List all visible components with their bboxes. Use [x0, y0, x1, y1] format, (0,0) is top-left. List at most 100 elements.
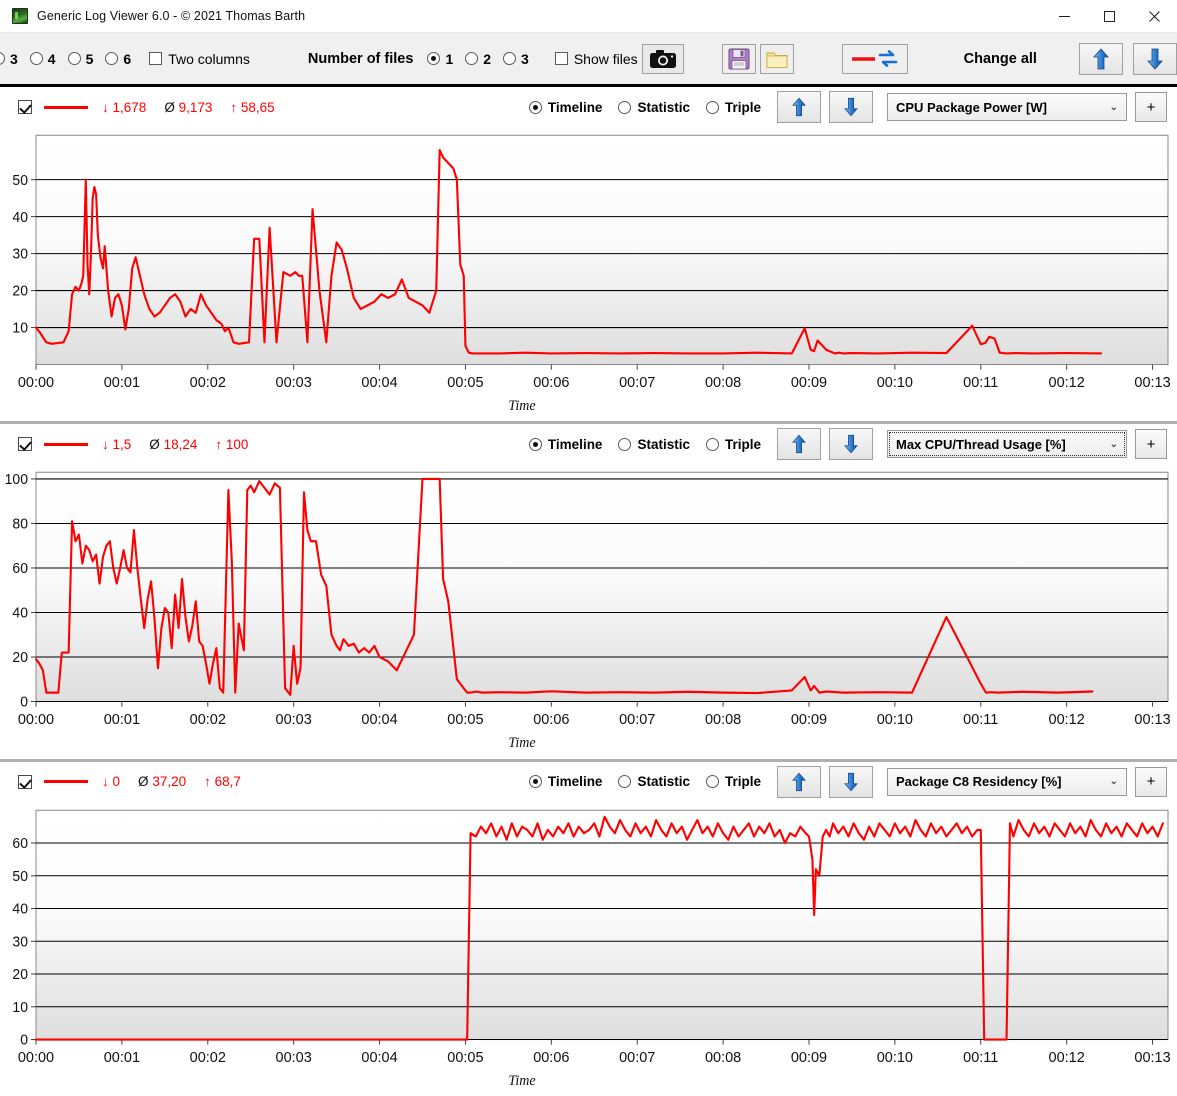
- change-all-label: Change all: [963, 50, 1037, 67]
- svg-text:80: 80: [12, 517, 28, 533]
- chart-1-enable-checkbox[interactable]: [18, 100, 32, 114]
- columns-radio-4[interactable]: 4: [29, 51, 66, 67]
- svg-text:0: 0: [20, 1032, 28, 1048]
- chart-3-header: ↓ 0 Ø 37,20 ↑ 68,7 Timeline Statistic Tr…: [0, 762, 1177, 802]
- svg-text:50: 50: [12, 868, 28, 884]
- columns-radio-6[interactable]: 6: [105, 51, 141, 67]
- chart-1-add-button[interactable]: +: [1135, 92, 1167, 122]
- svg-text:00:07: 00:07: [619, 375, 655, 391]
- chart-3-metric-select[interactable]: Package C8 Residency [%] ⌄: [887, 767, 1127, 796]
- arrow-up-icon: [792, 97, 806, 117]
- chart-2-enable-checkbox[interactable]: [18, 437, 32, 452]
- chart-2-move-down-button[interactable]: [829, 428, 873, 461]
- svg-text:00:11: 00:11: [963, 1050, 998, 1066]
- svg-text:Time: Time: [508, 735, 535, 751]
- svg-text:00:03: 00:03: [276, 712, 312, 728]
- chart-1-mode-timeline[interactable]: Timeline: [528, 100, 602, 115]
- open-folder-button[interactable]: [759, 43, 794, 74]
- app-icon: [12, 8, 28, 24]
- files-radio-3[interactable]: 3: [503, 51, 539, 67]
- chart-2-mode-timeline[interactable]: Timeline: [528, 437, 602, 452]
- chart-3-enable-checkbox[interactable]: [18, 774, 32, 789]
- chart-3-move-down-button[interactable]: [829, 765, 873, 798]
- svg-text:00:00: 00:00: [18, 712, 54, 728]
- chart-1-max-stat: ↑ 58,65: [230, 99, 275, 115]
- svg-text:00:11: 00:11: [963, 375, 998, 391]
- line-swap-icon: [851, 49, 897, 67]
- chart-1-legend-line: [44, 105, 88, 109]
- app-window: Generic Log Viewer 6.0 - © 2021 Thomas B…: [0, 0, 1177, 1096]
- svg-text:40: 40: [12, 210, 28, 226]
- columns-radio-3[interactable]: 3: [0, 51, 28, 67]
- chart-3-mode-statistic[interactable]: Statistic: [618, 774, 690, 789]
- svg-text:00:02: 00:02: [190, 375, 226, 391]
- svg-text:00:12: 00:12: [1049, 375, 1085, 391]
- chart-1-plot: 10 20 30 40 50 00:00 00:01 00:02 00:03 00:04 00:05…: [0, 127, 1177, 421]
- chart-3-mode-timeline[interactable]: Timeline: [528, 774, 602, 789]
- files-radio-1[interactable]: 1: [427, 51, 463, 67]
- svg-text:10: 10: [12, 321, 28, 337]
- arrow-down-icon: [844, 435, 858, 454]
- arrow-down-icon: [844, 772, 858, 791]
- chart-3-plot: 0 10 20 30 40 50 60 00:00 00:01 00:02 00:03 00:04 00…: [0, 802, 1177, 1096]
- columns-radio-5[interactable]: 5: [67, 51, 104, 67]
- chart-3-move-up-button[interactable]: [777, 765, 821, 798]
- save-button[interactable]: [721, 43, 756, 74]
- svg-text:00:10: 00:10: [877, 375, 913, 391]
- svg-text:00:03: 00:03: [276, 375, 312, 391]
- svg-text:00:10: 00:10: [877, 1050, 913, 1066]
- two-columns-checkbox[interactable]: Two columns: [149, 51, 250, 67]
- chart-2-reorder-buttons: [777, 428, 873, 461]
- camera-icon: [649, 49, 676, 68]
- svg-text:20: 20: [12, 967, 28, 983]
- files-radio-2[interactable]: 2: [465, 51, 501, 67]
- camera-button[interactable]: [641, 43, 684, 74]
- chart-3-min-stat: ↓ 0: [102, 774, 121, 790]
- chevron-down-icon: ⌄: [1109, 438, 1118, 450]
- chart-2-mode-triple[interactable]: Triple: [705, 437, 761, 452]
- svg-text:20: 20: [12, 284, 28, 300]
- change-all-down-button[interactable]: [1132, 42, 1177, 75]
- chart-2-max-stat: ↑ 100: [215, 436, 249, 452]
- chart-1-metric-select[interactable]: CPU Package Power [W] ⌄: [887, 93, 1127, 121]
- maximize-button[interactable]: [1087, 0, 1132, 32]
- svg-text:00:01: 00:01: [104, 712, 140, 728]
- two-columns-box[interactable]: [149, 52, 163, 65]
- svg-text:00:05: 00:05: [447, 375, 483, 391]
- svg-text:00:08: 00:08: [705, 375, 741, 391]
- chart-2-header: ↓ 1,5 Ø 18,24 ↑ 100 Timeline Statistic T…: [0, 424, 1177, 464]
- svg-text:30: 30: [12, 934, 28, 950]
- chart-3-mode-group: Timeline Statistic Triple Package C8 Res…: [528, 765, 1167, 798]
- chart-1-mode-triple[interactable]: Triple: [705, 100, 761, 115]
- chart-2-metric-select[interactable]: Max CPU/Thread Usage [%] ⌄: [887, 430, 1127, 459]
- show-files-checkbox[interactable]: Show files: [554, 51, 638, 67]
- minimize-button[interactable]: [1042, 0, 1087, 32]
- chart-1-move-down-button[interactable]: [829, 91, 873, 123]
- window-title: Generic Log Viewer 6.0 - © 2021 Thomas B…: [37, 9, 306, 23]
- svg-text:20: 20: [12, 650, 28, 666]
- chart-panel-1: ↓ 1,678 Ø 9,173 ↑ 58,65 Timeline Statist…: [0, 87, 1177, 422]
- chart-2-mode-group: Timeline Statistic Triple Max CPU/Thread…: [528, 428, 1167, 461]
- svg-text:00:01: 00:01: [104, 375, 140, 391]
- close-button[interactable]: [1132, 0, 1177, 32]
- chart-1-mode-statistic[interactable]: Statistic: [618, 100, 690, 115]
- svg-text:30: 30: [12, 247, 28, 263]
- chart-2-mode-statistic[interactable]: Statistic: [618, 437, 690, 452]
- chart-2-add-button[interactable]: +: [1135, 429, 1167, 460]
- svg-text:00:00: 00:00: [18, 1050, 54, 1066]
- svg-text:50: 50: [12, 173, 28, 189]
- swap-series-button[interactable]: [841, 43, 908, 74]
- arrow-up-icon: [792, 435, 806, 454]
- folder-icon: [766, 52, 788, 68]
- show-files-box[interactable]: [554, 52, 568, 65]
- chart-2-move-up-button[interactable]: [777, 428, 821, 461]
- change-all-up-button[interactable]: [1078, 42, 1123, 75]
- chart-3-add-button[interactable]: +: [1135, 766, 1167, 797]
- chart-1-move-up-button[interactable]: [777, 91, 821, 123]
- svg-text:00:08: 00:08: [705, 1050, 741, 1066]
- chart-panel-2: ↓ 1,5 Ø 18,24 ↑ 100 Timeline Statistic T…: [0, 421, 1177, 759]
- chart-2-min-stat: ↓ 1,5: [102, 436, 132, 452]
- chart-3-mode-triple[interactable]: Triple: [705, 774, 761, 789]
- svg-text:00:11: 00:11: [963, 712, 998, 728]
- svg-text:00:02: 00:02: [190, 712, 226, 728]
